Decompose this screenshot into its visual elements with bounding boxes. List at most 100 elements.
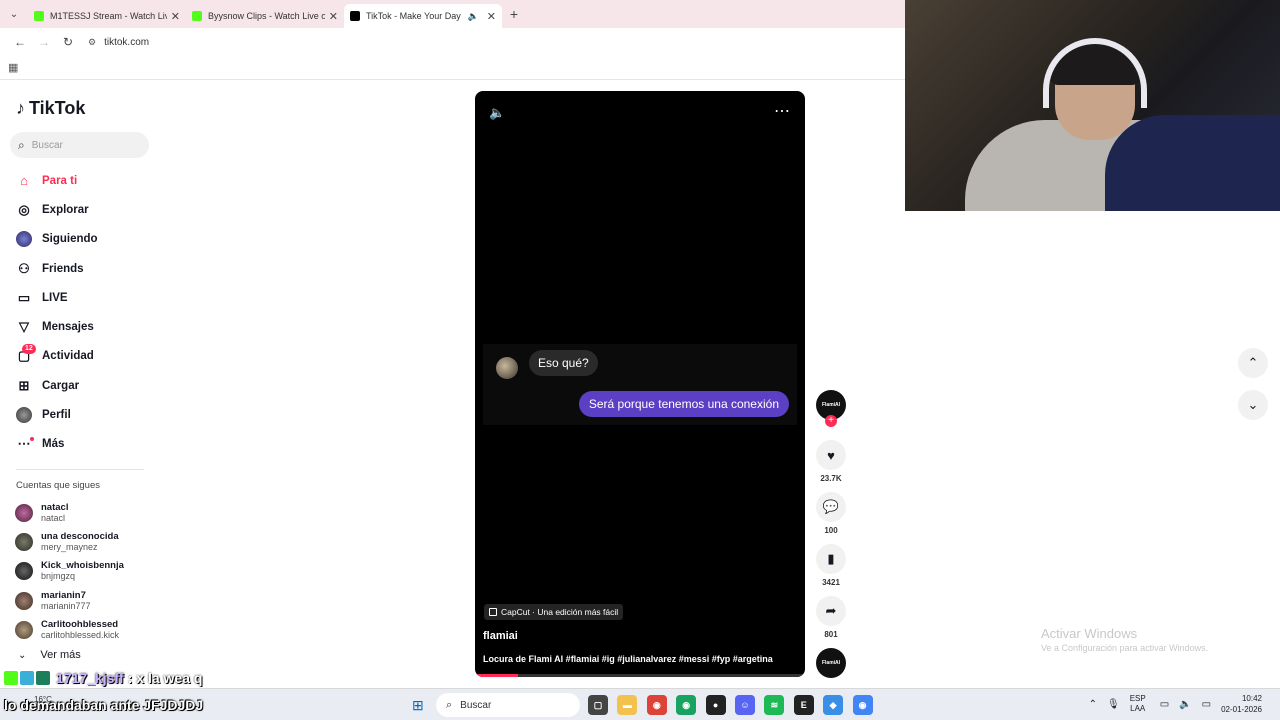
- watermark-title: Activar Windows: [1041, 626, 1138, 641]
- bookmark-icon[interactable]: ▮: [816, 544, 846, 574]
- windows-start-icon[interactable]: ⊞: [412, 697, 424, 714]
- tiktok-sidebar: ♪ TikTok ⌕ Buscar ⌂ Para ti ◎ Explorar S…: [0, 80, 160, 688]
- video-player[interactable]: 🔈 ⋯ Eso qué? Será porque tenemos una con…: [475, 91, 805, 677]
- apps-grid-icon[interactable]: ▦: [8, 61, 18, 74]
- nav-item-cargar[interactable]: ⊞ Cargar: [0, 371, 160, 400]
- following-account[interactable]: marianin7 marianin777: [0, 586, 160, 615]
- language-code: ESP: [1129, 694, 1146, 703]
- video-progress-bar[interactable]: [475, 674, 805, 677]
- tab-list-chevron-icon[interactable]: ⌄: [0, 0, 28, 28]
- capcut-label: CapCut · Una edición más fácil: [501, 607, 619, 617]
- kick-icon: [192, 11, 202, 21]
- volume-icon[interactable]: 🔈: [1179, 699, 1191, 710]
- microphone-icon[interactable]: 🎙: [1107, 699, 1120, 710]
- taskbar-search[interactable]: ⌕ Buscar: [436, 693, 580, 717]
- back-icon[interactable]: ←: [8, 35, 32, 49]
- more-options-icon[interactable]: ⋯: [774, 101, 791, 121]
- nav-item-live[interactable]: ▭ LIVE: [0, 283, 160, 312]
- discord-icon[interactable]: ☺: [734, 695, 755, 715]
- chevron-up-icon: ⌃: [1247, 355, 1259, 370]
- close-icon[interactable]: ✕: [329, 10, 338, 23]
- following-account[interactable]: Carlitoohblessed carlitohblessed.kick: [0, 616, 160, 645]
- next-video-button[interactable]: ⌄: [1238, 390, 1268, 420]
- nav-item-perfil[interactable]: Perfil: [0, 400, 160, 429]
- account-name: Kick_whoisbennja: [41, 560, 124, 572]
- close-icon[interactable]: ✕: [171, 10, 180, 23]
- browser-tab-active[interactable]: TikTok - Make Your Day 🔈 ✕: [344, 4, 502, 28]
- avatar: [15, 533, 33, 552]
- forward-icon[interactable]: →: [32, 35, 56, 49]
- previous-video-button[interactable]: ⌃: [1238, 348, 1268, 378]
- see-more-button[interactable]: ⌄ Ver más: [18, 649, 81, 661]
- new-tab-button[interactable]: +: [502, 6, 526, 22]
- nav-label: Para ti: [42, 174, 78, 187]
- security-icon[interactable]: ◆: [823, 695, 844, 715]
- obs-icon[interactable]: ●: [705, 695, 726, 715]
- nav-item-explorar[interactable]: ◎ Explorar: [0, 195, 160, 224]
- heart-icon[interactable]: ♥: [816, 440, 846, 470]
- save-action: ▮ 3421: [815, 544, 847, 587]
- reload-icon[interactable]: ↻: [56, 35, 80, 49]
- video-author[interactable]: flamiai: [483, 630, 518, 642]
- chrome-icon[interactable]: ◉: [646, 695, 667, 715]
- kick-badge-icon: [4, 671, 18, 685]
- speaker-icon[interactable]: 🔈: [468, 11, 479, 22]
- capcut-badge[interactable]: CapCut · Una edición más fácil: [484, 604, 624, 620]
- creator-label: FlamiAI: [821, 402, 841, 408]
- comment-count: 100: [824, 526, 838, 535]
- account-name: una desconocida: [41, 531, 119, 543]
- site-info-icon[interactable]: ⚙: [88, 37, 96, 48]
- following-account[interactable]: natacl natacl: [0, 498, 160, 527]
- windows-activation-watermark: Activar Windows Ve a Configuración para …: [1041, 626, 1208, 653]
- volume-icon[interactable]: 🔈: [489, 105, 505, 121]
- language-indicator[interactable]: ESP LAA: [1130, 694, 1146, 714]
- clock-time: 10:42: [1241, 694, 1262, 703]
- nav-item-siguiendo[interactable]: Siguiendo: [0, 225, 160, 254]
- send-icon: ▽: [19, 319, 29, 335]
- comment-icon[interactable]: 💬: [816, 492, 846, 522]
- search-input[interactable]: ⌕ Buscar: [10, 132, 149, 158]
- nav-label: Friends: [42, 262, 84, 275]
- nav-item-mas[interactable]: ⋯ Más: [0, 430, 160, 459]
- account-username: mery_maynez: [41, 542, 98, 553]
- battery-icon[interactable]: ▭: [1202, 699, 1211, 710]
- nav-label: Cargar: [42, 379, 80, 392]
- chrome-alt-icon[interactable]: ◉: [852, 695, 873, 715]
- search-placeholder: Buscar: [31, 139, 63, 151]
- clock[interactable]: 10:42 02-01-2026: [1221, 693, 1262, 715]
- nav-label: Perfil: [42, 409, 71, 422]
- stream-chat-line-2: lo demandaban ante JFJDJDJ: [4, 697, 204, 713]
- browser-tab[interactable]: M1TESSJ Stream - Watch Live o ✕: [28, 4, 186, 28]
- chat-username: 1717_kjsff: [56, 670, 124, 686]
- tiktok-logo[interactable]: ♪ TikTok: [16, 98, 85, 119]
- chrome-profile-icon[interactable]: ◉: [676, 695, 697, 715]
- nav-item-friends[interactable]: ⚇ Friends: [0, 254, 160, 283]
- spotify-icon[interactable]: ≋: [764, 695, 785, 715]
- chevron-up-icon[interactable]: ⌃: [1089, 699, 1097, 710]
- clock-date: 02-01-2026: [1221, 705, 1262, 714]
- chevron-down-icon: ⌄: [18, 649, 27, 661]
- network-icon[interactable]: ▭: [1160, 699, 1169, 710]
- following-account[interactable]: una desconocida mery_maynez: [0, 527, 160, 556]
- account-username: carlitohblessed.kick: [41, 630, 120, 641]
- nav-item-mensajes[interactable]: ▽ Mensajes: [0, 312, 160, 341]
- share-icon[interactable]: ➦: [816, 596, 846, 626]
- live-icon: ▭: [17, 289, 31, 305]
- music-disc[interactable]: FlamiAI: [816, 648, 846, 678]
- following-account[interactable]: Kick_whoisbennja bnjmgzq: [0, 557, 160, 586]
- task-view-icon[interactable]: ▢: [588, 695, 608, 715]
- following-list: natacl natacl una desconocida mery_maynez …: [0, 498, 160, 645]
- follow-plus-button[interactable]: +: [825, 415, 837, 427]
- account-username: natacl: [41, 512, 66, 523]
- nav-item-para-ti[interactable]: ⌂ Para ti: [0, 166, 160, 195]
- nav-label: Siguiendo: [42, 233, 98, 246]
- url-field[interactable]: ⚙ tiktok.com: [88, 37, 149, 48]
- close-icon[interactable]: ✕: [487, 10, 496, 23]
- nav-label: Más: [42, 438, 65, 451]
- nav-item-actividad[interactable]: ▢ 12 Actividad: [0, 342, 160, 371]
- browser-tab[interactable]: Byysnow Clips - Watch Live on ✕: [186, 4, 344, 28]
- chat-message: : x la wea q: [127, 670, 203, 686]
- epic-games-icon[interactable]: E: [793, 695, 814, 715]
- file-explorer-icon[interactable]: ▬: [617, 695, 638, 715]
- taskbar-apps: ▢ ▬ ◉ ◉ ● ☺ ≋ E ◆ ◉: [588, 695, 882, 715]
